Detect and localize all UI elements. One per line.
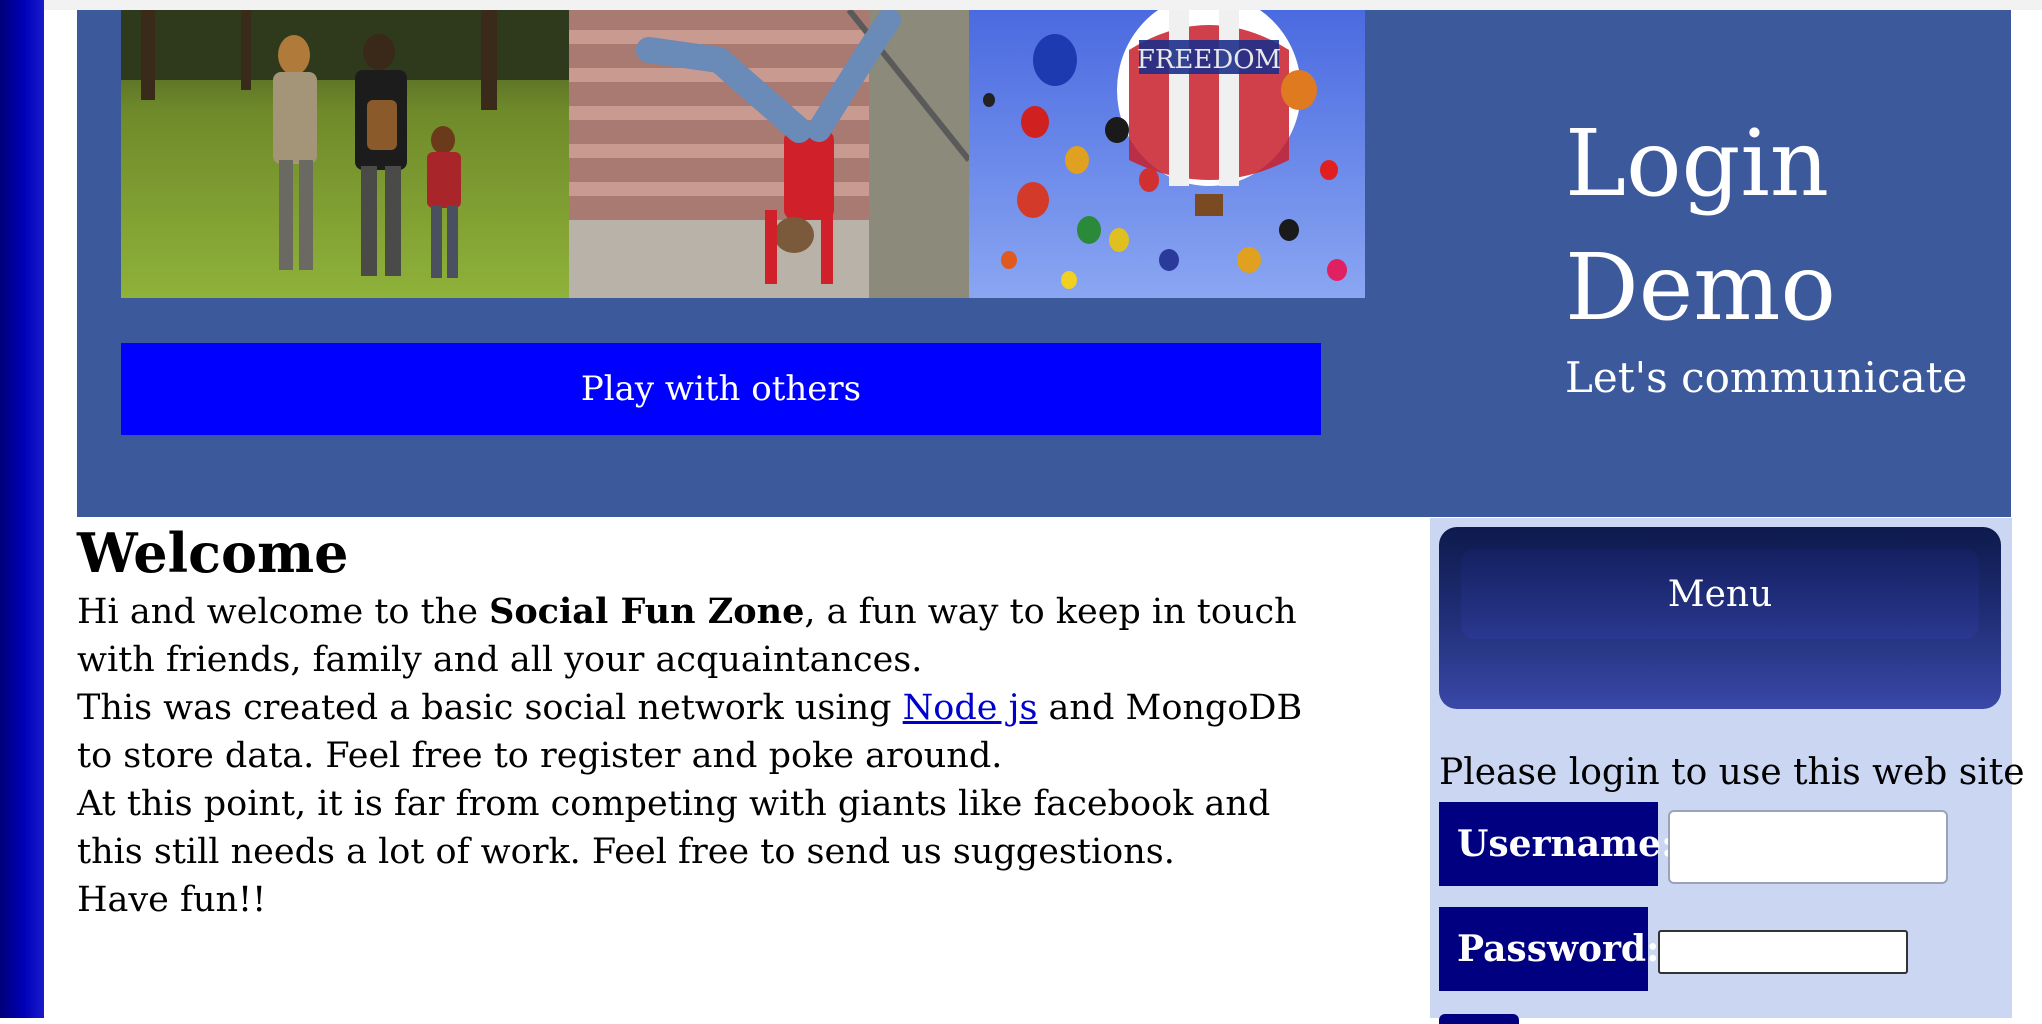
balloon-text: FREEDOM xyxy=(1137,45,1281,75)
username-input[interactable] xyxy=(1668,810,1948,884)
password-input[interactable] xyxy=(1658,930,1908,974)
site-title-demo: Demo xyxy=(1565,234,1836,341)
username-label: Username: xyxy=(1439,802,1674,886)
hot-air-balloons-photo: FREEDOM xyxy=(969,10,1365,298)
site-title-block: Login Demo Let's communicate xyxy=(1565,102,1967,406)
login-sidebar: Menu Please login to use this web site U… xyxy=(1430,518,2025,1024)
password-label: Password: xyxy=(1439,907,1659,991)
left-decorative-strip xyxy=(0,0,44,1018)
status-paragraph: At this point, it is far from competing … xyxy=(77,784,1271,872)
play-with-others-button[interactable]: Play with others xyxy=(121,343,1321,435)
page-header: FREEDOM Play with others Login Demo Let'… xyxy=(77,10,2011,517)
photo-banner: FREEDOM xyxy=(121,10,1365,298)
menu-panel: Menu xyxy=(1439,527,2001,709)
family-walking-photo xyxy=(121,10,569,298)
page-title: Welcome xyxy=(77,521,349,585)
top-band xyxy=(44,0,2042,10)
menu-button[interactable]: Menu xyxy=(1461,549,1979,639)
login-submit-button[interactable] xyxy=(1439,1014,1519,1024)
intro-text-start: Hi and welcome to the xyxy=(77,592,490,632)
tech-paragraph: This was created a basic social network … xyxy=(77,684,1337,780)
closing-paragraph: Have fun!! xyxy=(77,880,267,920)
main-content: Welcome Hi and welcome to the Social Fun… xyxy=(77,522,1337,924)
handstand-photo xyxy=(569,10,969,298)
intro-paragraph: Hi and welcome to the Social Fun Zone, a… xyxy=(77,588,1337,684)
login-message: Please login to use this web site xyxy=(1439,752,2025,793)
tech-text-start: This was created a basic social network … xyxy=(77,688,903,728)
site-title-login: Login xyxy=(1565,110,1830,217)
nodejs-link[interactable]: Node js xyxy=(903,688,1038,728)
site-subtitle: Let's communicate xyxy=(1565,353,1968,402)
site-name-bold: Social Fun Zone xyxy=(489,591,805,632)
